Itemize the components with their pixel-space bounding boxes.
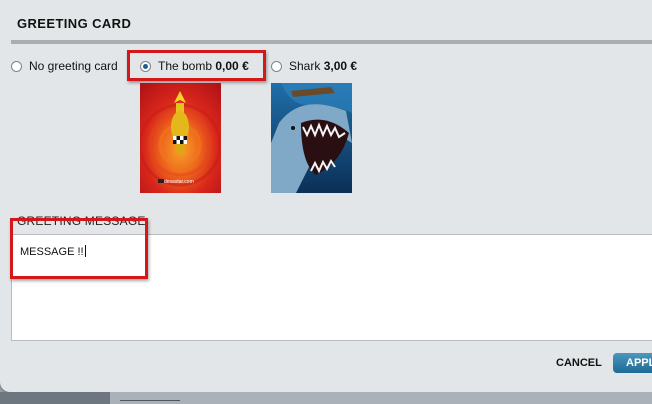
the-bomb-radio[interactable] — [140, 61, 151, 72]
option-label: No greeting card — [29, 59, 118, 73]
cancel-button[interactable]: CANCEL — [556, 357, 602, 369]
bomb-card-thumbnail[interactable]: desastar.com — [140, 83, 221, 193]
greeting-message-label: GREETING MESSAGE — [17, 214, 146, 228]
shark-label[interactable]: Shark 3,00 € — [289, 59, 357, 73]
dialog-title: GREETING CARD — [17, 16, 132, 31]
option-price: 0,00 € — [215, 59, 249, 73]
apply-button[interactable]: APPLY — [613, 353, 652, 373]
shark-radio[interactable] — [271, 61, 282, 72]
shark-card-thumbnail[interactable] — [271, 83, 352, 193]
bomb-card-image — [140, 83, 221, 193]
text-cursor — [84, 245, 86, 257]
option-price: 3,00 € — [323, 59, 358, 73]
shark-card-image — [271, 83, 352, 193]
bomb-card-caption: desastar.com — [164, 179, 194, 185]
no-greeting-card-label[interactable]: No greeting card — [29, 59, 118, 73]
no-greeting-card-radio[interactable] — [11, 61, 22, 72]
option-label: Shark — [289, 59, 321, 73]
title-divider — [11, 40, 652, 44]
greeting-message-value: MESSAGE !! — [20, 246, 84, 258]
background-line — [120, 400, 180, 401]
option-label: The bomb — [158, 59, 213, 73]
the-bomb-label[interactable]: The bomb 0,00 € — [158, 59, 249, 73]
background-dark-segment — [0, 392, 110, 404]
greeting-card-dialog: GREETING CARD No greeting card The bomb … — [0, 0, 652, 392]
background-page-strip — [0, 392, 652, 404]
greeting-message-textarea[interactable]: MESSAGE !! — [11, 234, 652, 341]
